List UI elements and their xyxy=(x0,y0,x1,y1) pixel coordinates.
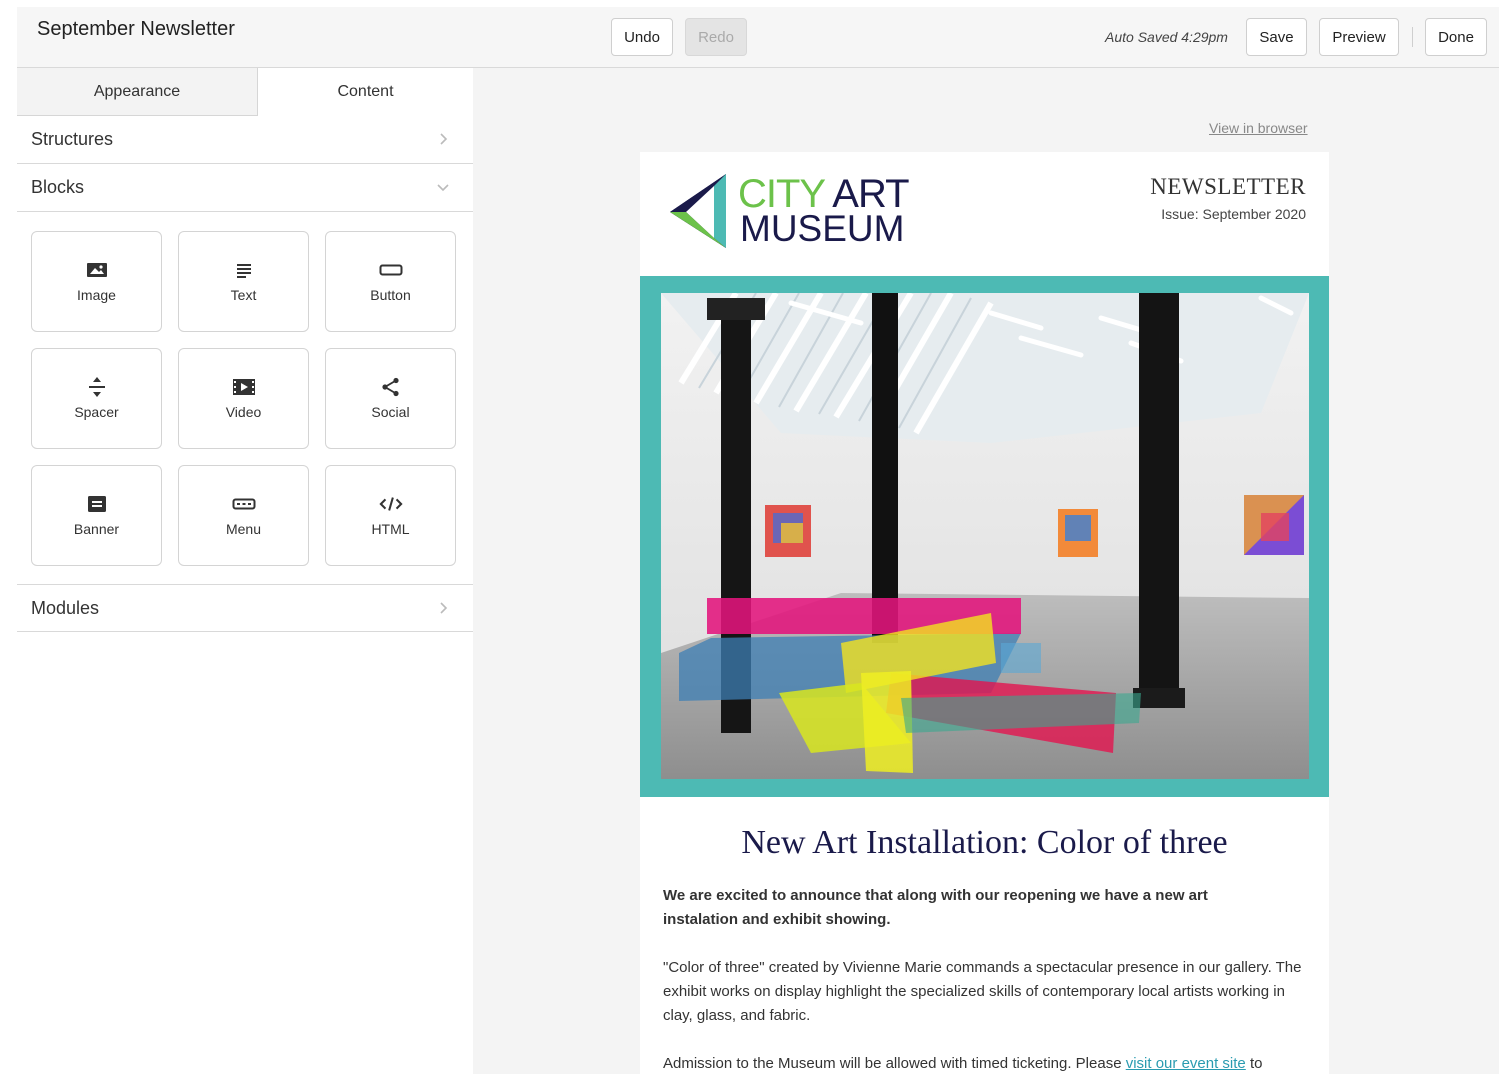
banner-icon xyxy=(85,494,109,514)
save-button[interactable]: Save xyxy=(1246,18,1307,56)
block-menu-label: Menu xyxy=(225,521,262,537)
done-button[interactable]: Done xyxy=(1425,18,1487,56)
article-paragraph-1: "Color of three" created by Vivienne Mar… xyxy=(663,959,1302,1024)
image-icon xyxy=(85,260,109,280)
section-modules-label: Modules xyxy=(31,597,100,618)
block-social-label: Social xyxy=(371,404,410,420)
tab-appearance[interactable]: Appearance xyxy=(17,68,258,116)
section-blocks-label: Blocks xyxy=(31,177,85,197)
event-site-link[interactable]: visit our event site xyxy=(1126,1055,1246,1072)
hero-image-block[interactable] xyxy=(640,276,1329,797)
article-paragraph-2: Admission to the Museum will be allowed … xyxy=(663,1052,1313,1074)
redo-button[interactable]: Redo xyxy=(685,18,747,56)
block-video[interactable]: Video xyxy=(178,348,309,449)
menu-icon xyxy=(232,494,256,514)
block-video-label: Video xyxy=(225,404,262,420)
article-headline: New Art Installation: Color of three xyxy=(741,824,1228,861)
code-icon xyxy=(378,494,403,514)
block-banner[interactable]: Banner xyxy=(31,465,162,566)
gallery-installation-image xyxy=(661,293,1309,779)
block-spacer[interactable]: Spacer xyxy=(31,348,162,449)
text-icon xyxy=(232,260,256,280)
logo-text-line2: MUSEUM xyxy=(740,208,905,249)
document-title: September Newsletter xyxy=(37,18,235,40)
block-text[interactable]: Text xyxy=(178,231,309,332)
newsletter-label: NEWSLETTER xyxy=(1150,174,1306,199)
block-spacer-label: Spacer xyxy=(74,404,119,420)
autosave-status: Auto Saved 4:29pm xyxy=(1105,29,1228,45)
para2-text-after: to xyxy=(1245,1055,1263,1072)
sidebar-tabs: Appearance Content xyxy=(17,68,473,116)
block-banner-label: Banner xyxy=(73,521,120,537)
chevron-down-icon xyxy=(437,184,449,192)
undo-button[interactable]: Undo xyxy=(611,18,673,56)
article-intro: We are excited to announce that along wi… xyxy=(663,887,1208,928)
block-html[interactable]: HTML xyxy=(325,465,456,566)
chevron-right-icon xyxy=(440,602,448,614)
logo-mark-icon xyxy=(670,174,726,248)
section-modules[interactable]: Modules xyxy=(17,584,473,632)
email-body: CITY ART MUSEUM NEWSLETTER Issue: Septem… xyxy=(640,152,1329,1074)
section-structures-label: Structures xyxy=(31,129,114,149)
preview-button[interactable]: Preview xyxy=(1319,18,1399,56)
toolbar-divider xyxy=(1412,27,1413,47)
issue-date: Issue: September 2020 xyxy=(1161,206,1306,222)
block-html-label: HTML xyxy=(371,521,410,537)
block-button-label: Button xyxy=(370,287,411,303)
editor-sidebar: Appearance Content Structures Blocks Ima… xyxy=(17,68,473,1074)
video-icon xyxy=(232,377,256,397)
block-image[interactable]: Image xyxy=(31,231,162,332)
section-blocks[interactable]: Blocks xyxy=(17,164,473,212)
para2-text-before: Admission to the Museum will be allowed … xyxy=(663,1055,1126,1072)
spacer-icon xyxy=(85,377,109,397)
top-toolbar: September Newsletter Undo Redo Auto Save… xyxy=(17,7,1499,68)
block-text-label: Text xyxy=(230,287,257,303)
section-structures[interactable]: Structures xyxy=(17,116,473,164)
share-icon xyxy=(379,377,403,397)
chevron-right-icon xyxy=(440,133,448,145)
button-icon xyxy=(379,260,403,280)
block-social[interactable]: Social xyxy=(325,348,456,449)
museum-logo: CITY ART MUSEUM xyxy=(668,172,918,252)
block-image-label: Image xyxy=(77,287,116,303)
tab-content[interactable]: Content xyxy=(258,68,473,116)
block-menu[interactable]: Menu xyxy=(178,465,309,566)
block-button[interactable]: Button xyxy=(325,231,456,332)
email-canvas: View in browser CITY ART MUSEUM NEWSLETT… xyxy=(473,68,1499,1074)
view-in-browser-link[interactable]: View in browser xyxy=(1209,120,1308,136)
